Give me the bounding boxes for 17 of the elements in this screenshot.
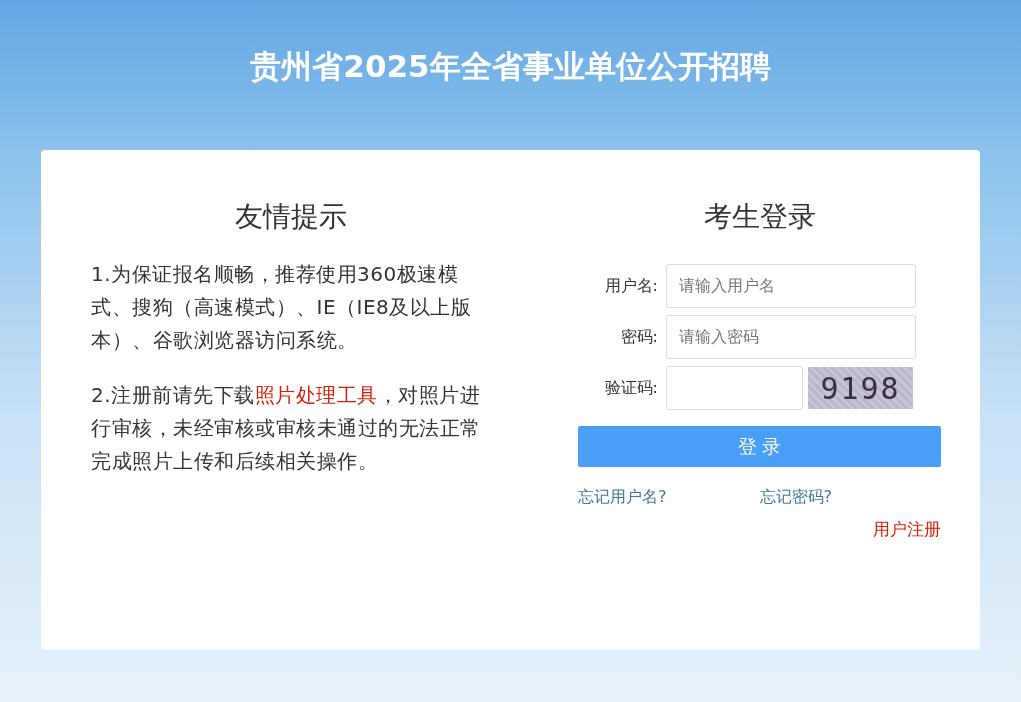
forgot-link[interactable]: 忘记密码? bbox=[759, 487, 941, 508]
input-field[interactable]: 请输入用户名 bbox=[666, 264, 916, 308]
notice-paragraph: 1.为保证报名顺畅，推荐使用360极速模式、搜狗（高速模式）、IE（IE8及以上版本）、谷歌浏览器访问系统。 bbox=[91, 261, 473, 354]
field-label: 密码: bbox=[619, 326, 659, 348]
page-title: 贵州省2025年全省事业单位公开招聘 bbox=[250, 47, 771, 86]
notice-paragraph: 2.注册前请先下载照片处理工具，对照片进行审核，未经审核或审核未通过的无法正常完成照片上传和后续相关操作。 bbox=[91, 382, 482, 475]
field-label: 验证码: bbox=[603, 377, 659, 399]
input-field[interactable]: 请输入密码 bbox=[666, 315, 916, 359]
notice-title: 友情提示 bbox=[234, 199, 348, 235]
captcha-image[interactable]: 9198 bbox=[808, 367, 913, 409]
login-title: 考生登录 bbox=[702, 199, 817, 235]
login-button[interactable]: 登 录 bbox=[578, 426, 941, 467]
field-label: 用户名: bbox=[603, 275, 659, 297]
forgot-link[interactable]: 忘记用户名? bbox=[578, 487, 760, 508]
register-link[interactable]: 用户注册 bbox=[873, 518, 941, 541]
captcha-field[interactable] bbox=[666, 366, 803, 410]
photo-tool-link[interactable]: 照片处理工具 bbox=[254, 383, 378, 407]
